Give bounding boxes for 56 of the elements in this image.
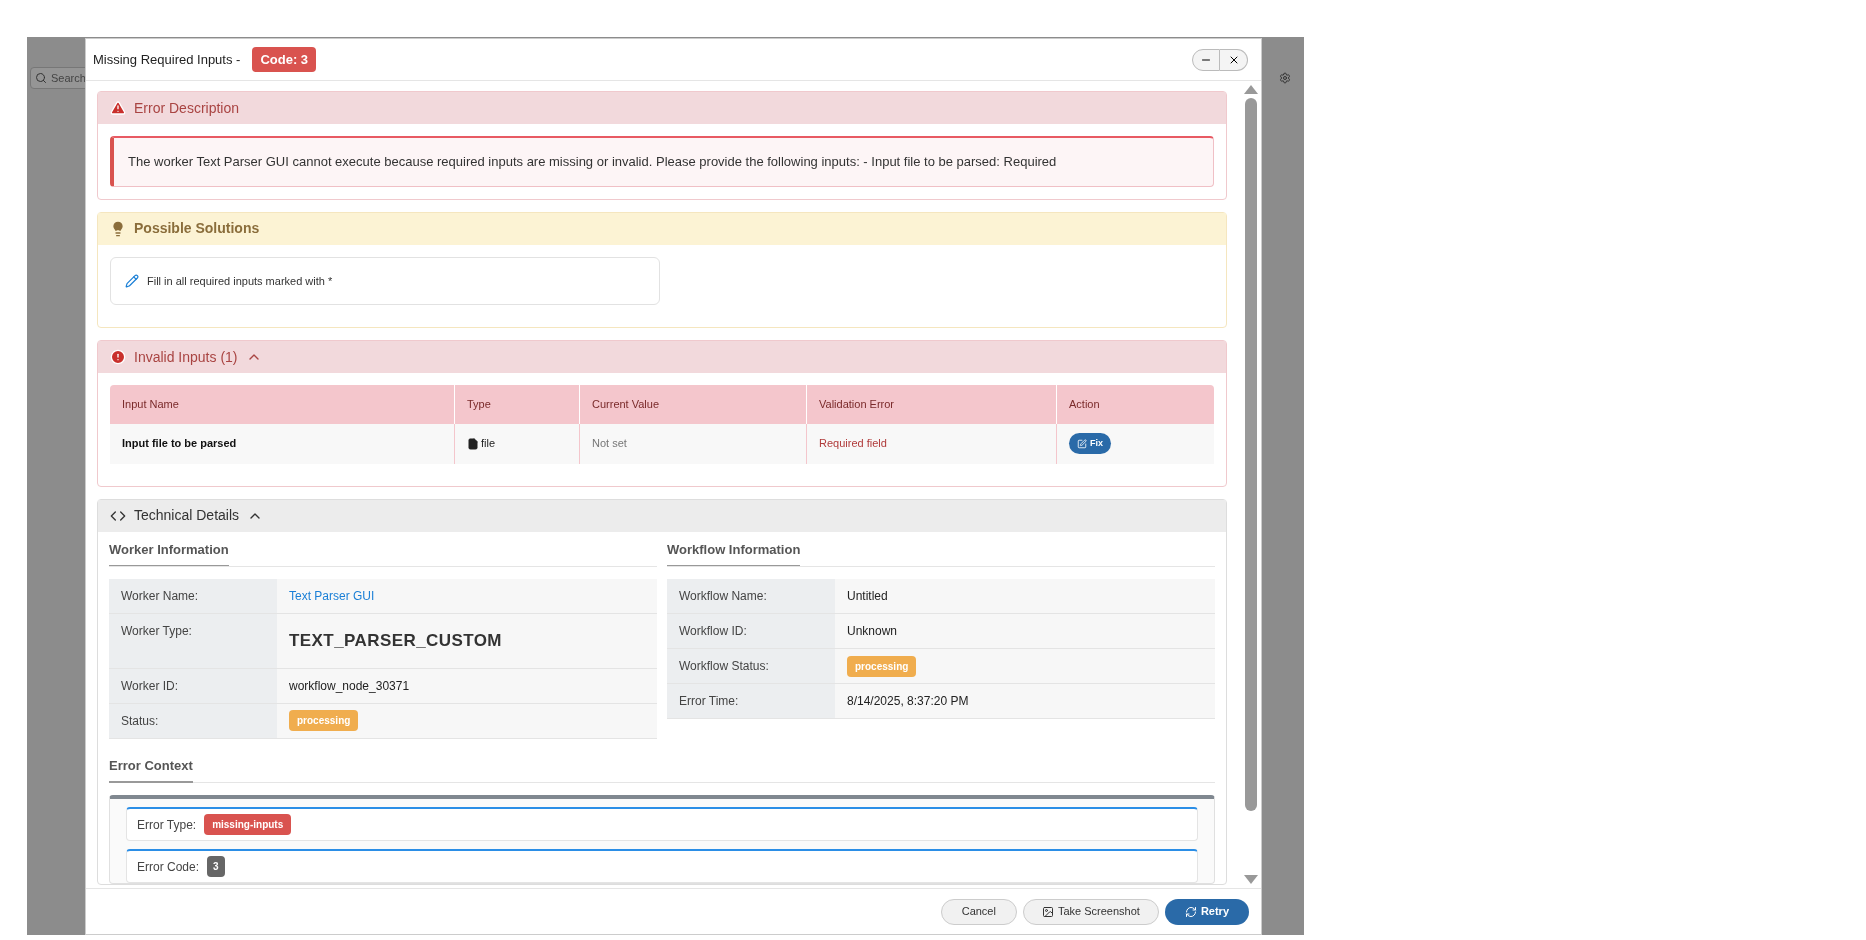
table-cell: Not set xyxy=(580,423,807,464)
info-label: Worker Name: xyxy=(109,579,277,613)
context-label: Error Code: xyxy=(137,858,200,876)
column-header: Input Name xyxy=(110,385,455,424)
panel-title: Technical Details xyxy=(134,506,240,525)
info-label: Workflow Status: xyxy=(667,649,835,683)
info-value: TEXT_PARSER_CUSTOM xyxy=(289,630,502,652)
alert-circle-icon xyxy=(110,349,126,365)
retry-button[interactable]: Retry xyxy=(1164,898,1249,925)
image-icon xyxy=(1041,905,1054,918)
file-icon xyxy=(467,437,479,450)
table-cell: Required field xyxy=(807,423,1057,464)
context-label: Error Type: xyxy=(137,816,197,834)
column-header: Current Value xyxy=(580,385,807,424)
dialog-title: Missing Required Inputs - xyxy=(93,50,241,69)
info-value: workflow_node_30371 xyxy=(289,677,410,695)
close-button[interactable] xyxy=(1220,48,1248,71)
minimize-button[interactable] xyxy=(1192,48,1220,71)
status-badge: processing xyxy=(289,710,359,731)
status-badge: processing xyxy=(847,655,917,677)
edit-icon xyxy=(1077,438,1087,449)
info-value: 8/14/2025, 8:37:20 PM xyxy=(847,693,969,710)
refresh-icon xyxy=(1184,905,1197,918)
column-header: Validation Error xyxy=(807,385,1057,424)
info-label: Workflow Name: xyxy=(667,579,835,613)
section-subtitle: Error Context xyxy=(109,755,193,783)
error-message: The worker Text Parser GUI cannot execute because required inputs are missing or invalid. Please provide the following inputs: - Input file to be parsed: Required xyxy=(110,136,1214,187)
table-cell-text: file xyxy=(481,436,496,452)
error-type-badge: missing-inputs xyxy=(204,814,292,835)
info-label: Status: xyxy=(109,703,277,738)
info-value: Untitled xyxy=(847,588,888,605)
info-label: Worker Type: xyxy=(109,614,277,668)
section-subtitle: Workflow Information xyxy=(667,539,801,567)
fix-button[interactable]: Fix xyxy=(1069,432,1111,455)
settings-icon[interactable] xyxy=(1279,72,1291,84)
panel-title: Error Description xyxy=(134,98,240,118)
panel-title: Invalid Inputs (1) xyxy=(134,347,238,367)
info-value: Unknown xyxy=(847,623,898,640)
error-code-badge: 3 xyxy=(207,856,225,877)
worker-name-link[interactable]: Text Parser GUI xyxy=(289,587,375,605)
info-label: Error Time: xyxy=(667,684,835,718)
info-label: Workflow ID: xyxy=(667,614,835,648)
lightbulb-icon xyxy=(110,220,126,237)
section-subtitle: Worker Information xyxy=(109,539,229,567)
solution-text: Fill in all required inputs marked with * xyxy=(147,273,333,289)
table-cell: Input file to be parsed xyxy=(110,423,455,464)
search-icon xyxy=(35,72,47,84)
pencil-icon xyxy=(125,273,139,288)
column-header: Action xyxy=(1068,397,1101,412)
column-header: Type xyxy=(455,385,580,424)
code-badge: Code: 3 xyxy=(252,46,317,73)
info-label: Worker ID: xyxy=(109,668,277,703)
panel-title: Possible Solutions xyxy=(134,219,260,238)
warning-icon xyxy=(110,100,126,116)
cancel-button[interactable]: Cancel xyxy=(940,898,1017,925)
screenshot-button[interactable]: Take Screenshot xyxy=(1022,898,1159,925)
